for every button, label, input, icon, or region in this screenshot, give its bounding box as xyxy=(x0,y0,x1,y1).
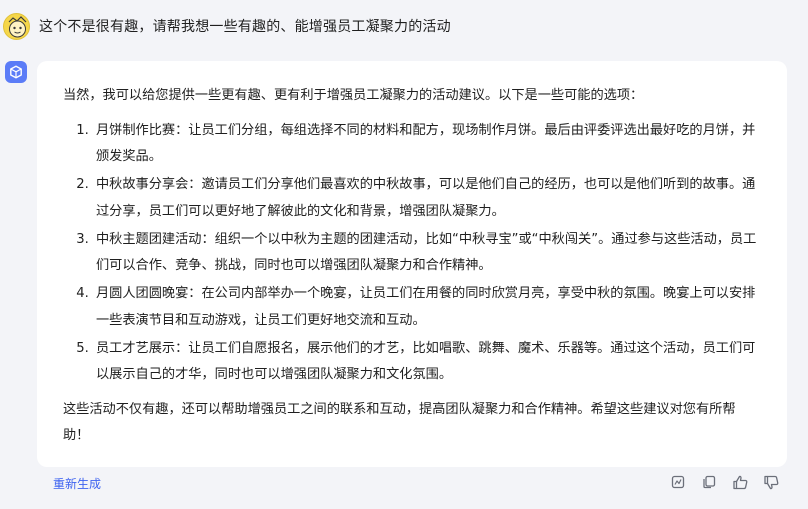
list-item: 月圆人团圆晚宴：在公司内部举办一个晚宴，让员工们在用餐的同时欣赏月亮，享受中秋的… xyxy=(93,281,761,334)
list-item: 月饼制作比赛：让员工们分组，每组选择不同的材料和配方，现场制作月饼。最后由评委评… xyxy=(93,118,761,171)
assistant-answer-card: 当然，我可以给您提供一些更有趣、更有利于增强员工凝聚力的活动建议。以下是一些可能… xyxy=(37,61,787,467)
answer-outro: 这些活动不仅有趣，还可以帮助增强员工之间的联系和互动，提高团队凝聚力和合作精神。… xyxy=(63,401,736,444)
assistant-avatar xyxy=(5,61,27,83)
list-item: 员工才艺展示：让员工们自愿报名，展示他们的才艺，比如唱歌、跳舞、魔术、乐器等。通… xyxy=(93,336,761,389)
thumbs-down-icon[interactable] xyxy=(762,473,780,491)
user-message-row: 这个不是很有趣，请帮我想一些有趣的、能增强员工凝聚力的活动 xyxy=(3,11,451,41)
answer-actions xyxy=(669,473,780,491)
list-item: 中秋主题团建活动：组织一个以中秋为主题的团建活动，比如“中秋寻宝”或“中秋闯关”… xyxy=(93,227,761,280)
thumbs-up-icon[interactable] xyxy=(731,473,749,491)
regenerate-button[interactable]: 重新生成 xyxy=(53,475,101,492)
report-icon[interactable] xyxy=(669,473,687,491)
activity-list: 月饼制作比赛：让员工们分组，每组选择不同的材料和配方，现场制作月饼。最后由评委评… xyxy=(63,118,761,389)
user-avatar xyxy=(3,12,30,40)
answer-intro: 当然，我可以给您提供一些更有趣、更有利于增强员工凝聚力的活动建议。以下是一些可能… xyxy=(63,88,644,103)
list-item: 中秋故事分享会：邀请员工们分享他们最喜欢的中秋故事，可以是他们自己的经历，也可以… xyxy=(93,172,761,225)
copy-icon[interactable] xyxy=(700,473,718,491)
cube-icon xyxy=(10,65,22,79)
user-message-text: 这个不是很有趣，请帮我想一些有趣的、能增强员工凝聚力的活动 xyxy=(39,19,451,35)
chat-page: 这个不是很有趣，请帮我想一些有趣的、能增强员工凝聚力的活动 当然，我可以给您提供… xyxy=(0,0,808,509)
